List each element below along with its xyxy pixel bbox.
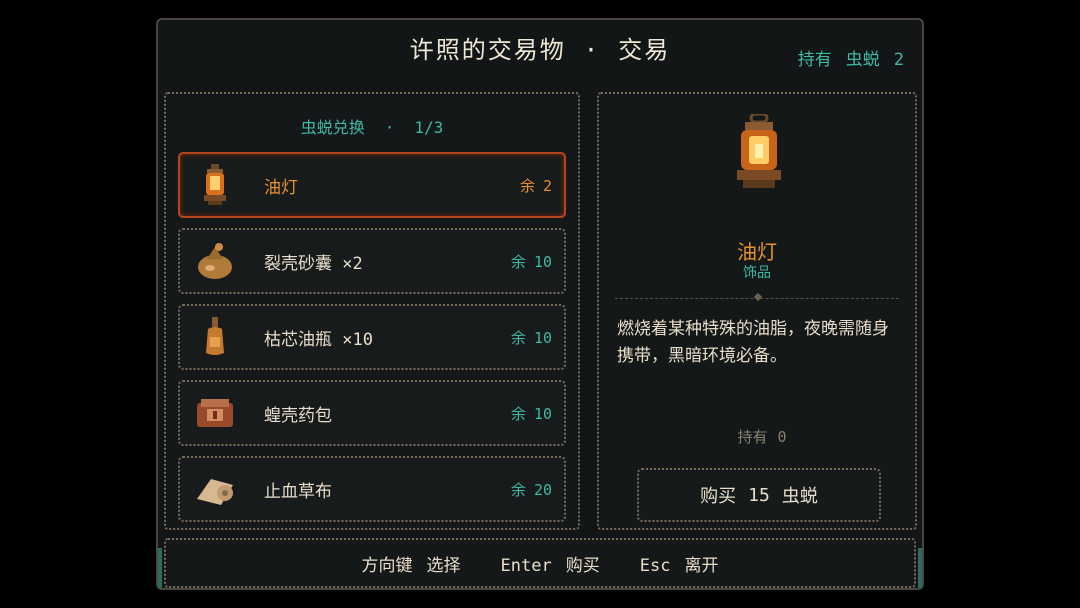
item-description: 燃烧着某种特殊的油脂，夜晚需随身携带，黑暗环境必备。 xyxy=(617,319,889,366)
divider-ornament xyxy=(753,292,763,302)
frame-accent-left xyxy=(158,548,162,588)
currency-name: 虫蜕 xyxy=(845,50,880,70)
item-stock: 余 10 xyxy=(510,252,552,271)
held-count: 持有 0 xyxy=(737,428,787,446)
item-stock: 余 10 xyxy=(510,328,552,347)
page-number: 1/3 xyxy=(414,118,444,137)
sand-pouch-icon xyxy=(190,236,240,286)
item-name: 裂壳砂囊 ×2 xyxy=(264,253,363,274)
window-title: 许照的交易物 · 交易 xyxy=(0,30,1080,65)
detail-item-type: 饰品 xyxy=(743,265,771,281)
buy-button[interactable]: 购买 15 虫蜕 xyxy=(637,468,881,522)
item-stock: 余2 xyxy=(519,176,552,195)
oil-bottle-icon xyxy=(190,312,240,362)
title-subtitle: 交易 xyxy=(618,36,671,64)
title-text: 许照的交易物 xyxy=(409,36,566,64)
item-detail-panel: 油灯 饰品 燃烧着某种特殊的油脂，夜晚需随身携带，黑暗环境必备。 持有 0 购买 1… xyxy=(597,92,917,530)
item-name: 枯芯油瓶 ×10 xyxy=(264,329,373,350)
oil-lamp-icon xyxy=(729,112,789,194)
currency-held: 持有 虫蜕 2 xyxy=(784,45,904,70)
item-name: 油灯 xyxy=(264,177,298,198)
list-item[interactable]: 蝗壳药包 余 10 xyxy=(178,380,566,446)
item-stock: 余 20 xyxy=(510,480,552,499)
item-list-panel: 虫蜕兑换 · 1/3 油灯 余2 裂壳砂囊 ×2 余 10 枯芯油瓶 ×10 余 10 … xyxy=(164,92,580,530)
list-item[interactable]: 枯芯油瓶 ×10 余 10 xyxy=(178,304,566,370)
controls-hint-bar: 方向键 选择 Enter 购买 Esc 离开 xyxy=(164,538,916,588)
medicine-pack-icon xyxy=(190,388,240,438)
detail-item-name: 油灯 xyxy=(737,240,777,264)
page-separator: · xyxy=(384,118,395,137)
buy-label: 购买 xyxy=(700,486,737,507)
list-item[interactable]: 止血草布 余 20 xyxy=(178,456,566,522)
list-item[interactable]: 裂壳砂囊 ×2 余 10 xyxy=(178,228,566,294)
held-label: 持有 xyxy=(797,50,832,70)
currency-count: 2 xyxy=(893,50,904,70)
item-stock: 余 10 xyxy=(510,404,552,423)
hint-select: 方向键 选择 xyxy=(361,555,461,576)
bandage-icon xyxy=(190,464,240,514)
buy-currency: 虫蜕 xyxy=(781,486,818,507)
hint-buy: Enter 购买 xyxy=(500,555,600,576)
item-name: 蝗壳药包 xyxy=(264,405,332,426)
frame-accent-right xyxy=(918,548,922,588)
page-label: 虫蜕兑换 xyxy=(300,118,365,137)
page-indicator: 虫蜕兑换 · 1/3 xyxy=(166,114,578,138)
hint-exit: Esc 离开 xyxy=(639,555,719,576)
oil-lamp-icon xyxy=(190,160,240,210)
title-separator: · xyxy=(583,36,601,64)
item-name: 止血草布 xyxy=(264,481,332,502)
list-item[interactable]: 油灯 余2 xyxy=(178,152,566,218)
buy-price: 15 xyxy=(748,484,770,506)
